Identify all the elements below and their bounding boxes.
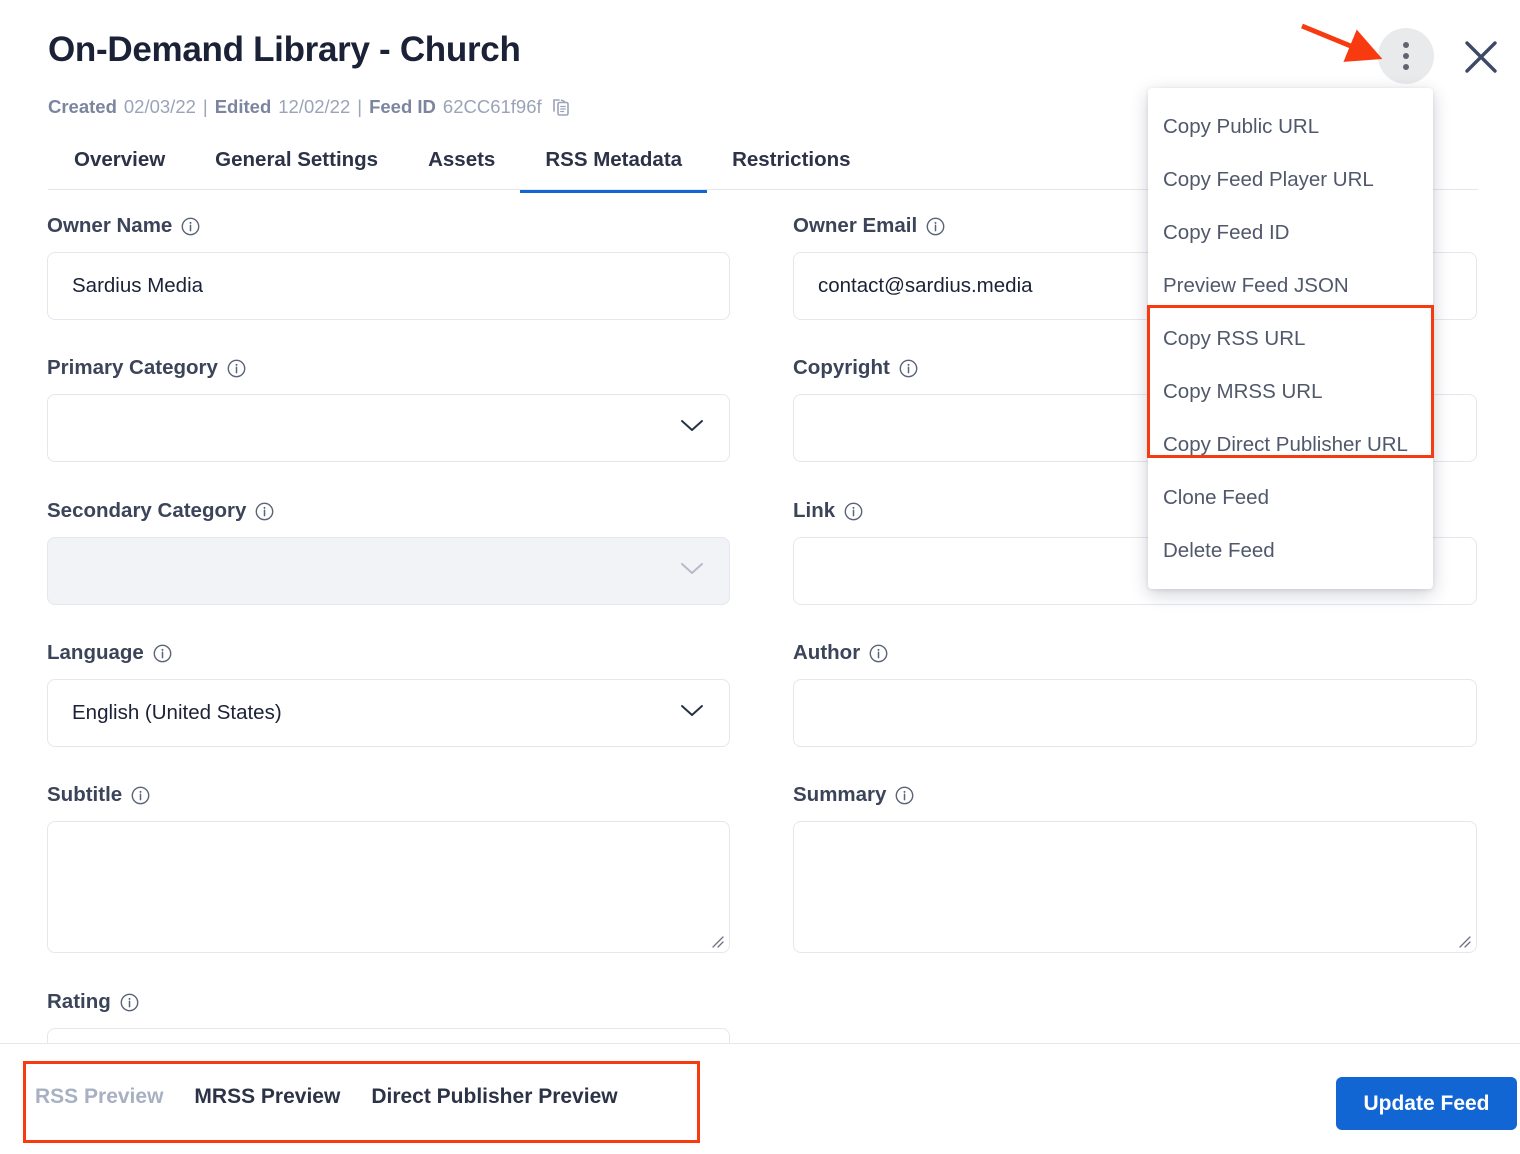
meta-separator-2: | <box>350 96 369 118</box>
author-label: Author <box>793 641 860 665</box>
kebab-dot-2 <box>1403 53 1409 59</box>
menu-item-copy-feed-player-url[interactable]: Copy Feed Player URL <box>1148 153 1433 206</box>
menu-item-copy-feed-id[interactable]: Copy Feed ID <box>1148 206 1433 259</box>
close-button[interactable] <box>1462 38 1500 76</box>
mrss-preview-link[interactable]: MRSS Preview <box>194 1085 340 1109</box>
info-icon[interactable] <box>899 359 918 378</box>
author-input[interactable] <box>793 679 1477 747</box>
secondary-category-label-row: Secondary Category <box>47 499 730 523</box>
meta-separator-1: | <box>196 96 215 118</box>
tab-assets[interactable]: Assets <box>403 148 520 193</box>
tab-overview[interactable]: Overview <box>48 148 190 193</box>
tab-rss-metadata[interactable]: RSS Metadata <box>520 148 707 193</box>
subtitle-label-row: Subtitle <box>47 783 730 807</box>
info-icon[interactable] <box>131 786 150 805</box>
secondary-category-label: Secondary Category <box>47 499 246 523</box>
copyright-label: Copyright <box>793 356 890 380</box>
subtitle-label: Subtitle <box>47 783 122 807</box>
resize-handle-icon[interactable] <box>708 932 724 948</box>
created-label: Created <box>48 96 117 118</box>
author-label-row: Author <box>793 641 1477 665</box>
info-icon[interactable] <box>926 217 945 236</box>
menu-item-copy-public-url[interactable]: Copy Public URL <box>1148 100 1433 153</box>
chevron-down-icon <box>679 416 705 440</box>
feed-actions-menu: Copy Public URL Copy Feed Player URL Cop… <box>1148 88 1433 589</box>
resize-handle-icon[interactable] <box>1455 932 1471 948</box>
field-owner-name: Owner Name Sardius Media <box>47 214 730 320</box>
info-icon[interactable] <box>255 502 274 521</box>
feed-id-label: Feed ID <box>369 96 436 118</box>
summary-label-row: Summary <box>793 783 1477 807</box>
field-summary: Summary <box>793 783 1477 953</box>
owner-name-input[interactable]: Sardius Media <box>47 252 730 320</box>
info-icon[interactable] <box>153 644 172 663</box>
menu-item-clone-feed[interactable]: Clone Feed <box>1148 471 1433 524</box>
link-label: Link <box>793 499 835 523</box>
summary-label: Summary <box>793 783 886 807</box>
info-icon[interactable] <box>120 993 139 1012</box>
kebab-dot-1 <box>1403 42 1409 48</box>
info-icon[interactable] <box>227 359 246 378</box>
edited-value: 12/02/22 <box>278 96 350 118</box>
update-feed-button[interactable]: Update Feed <box>1336 1077 1517 1130</box>
language-label-row: Language <box>47 641 730 665</box>
copy-feed-id-icon[interactable] <box>551 97 572 123</box>
menu-item-preview-feed-json[interactable]: Preview Feed JSON <box>1148 259 1433 312</box>
tab-general-settings[interactable]: General Settings <box>190 148 403 193</box>
field-subtitle: Subtitle <box>47 783 730 953</box>
secondary-category-select <box>47 537 730 605</box>
field-rating: Rating <box>47 990 730 1043</box>
menu-item-copy-rss-url[interactable]: Copy RSS URL <box>1148 312 1433 365</box>
page-title: On-Demand Library - Church <box>48 30 521 70</box>
language-value: English (United States) <box>72 701 282 725</box>
field-secondary-category: Secondary Category <box>47 499 730 605</box>
kebab-dot-3 <box>1403 64 1409 70</box>
primary-category-label: Primary Category <box>47 356 218 380</box>
direct-publisher-preview-link[interactable]: Direct Publisher Preview <box>371 1085 617 1109</box>
rss-preview-link[interactable]: RSS Preview <box>35 1085 163 1109</box>
info-icon[interactable] <box>181 217 200 236</box>
chevron-down-icon <box>679 559 705 583</box>
rating-label: Rating <box>47 990 111 1014</box>
feed-id-value: 62CC61f96f <box>443 96 542 118</box>
info-icon[interactable] <box>844 502 863 521</box>
field-primary-category: Primary Category <box>47 356 730 462</box>
rating-label-row: Rating <box>47 990 730 1014</box>
menu-item-copy-direct-publisher-url[interactable]: Copy Direct Publisher URL <box>1148 418 1433 471</box>
primary-category-select[interactable] <box>47 394 730 462</box>
owner-email-label: Owner Email <box>793 214 917 238</box>
chevron-down-icon <box>679 701 705 725</box>
created-value: 02/03/22 <box>124 96 196 118</box>
menu-item-copy-mrss-url[interactable]: Copy MRSS URL <box>1148 365 1433 418</box>
menu-item-delete-feed[interactable]: Delete Feed <box>1148 524 1433 577</box>
info-icon[interactable] <box>895 786 914 805</box>
owner-name-label-row: Owner Name <box>47 214 730 238</box>
info-icon[interactable] <box>869 644 888 663</box>
primary-category-label-row: Primary Category <box>47 356 730 380</box>
tab-bar: Overview General Settings Assets RSS Met… <box>48 144 876 189</box>
tab-restrictions[interactable]: Restrictions <box>707 148 875 193</box>
summary-textarea[interactable] <box>793 821 1477 953</box>
rating-select[interactable] <box>47 1028 730 1043</box>
subtitle-textarea[interactable] <box>47 821 730 953</box>
field-language: Language English (United States) <box>47 641 730 747</box>
edited-label: Edited <box>215 96 272 118</box>
field-author: Author <box>793 641 1477 747</box>
feed-meta-line: Created 02/03/22 | Edited 12/02/22 | Fee… <box>48 94 572 120</box>
language-select[interactable]: English (United States) <box>47 679 730 747</box>
language-label: Language <box>47 641 144 665</box>
owner-name-label: Owner Name <box>47 214 172 238</box>
kebab-menu-button[interactable] <box>1378 28 1434 84</box>
preview-links-group: RSS Preview MRSS Preview Direct Publishe… <box>35 1085 618 1109</box>
